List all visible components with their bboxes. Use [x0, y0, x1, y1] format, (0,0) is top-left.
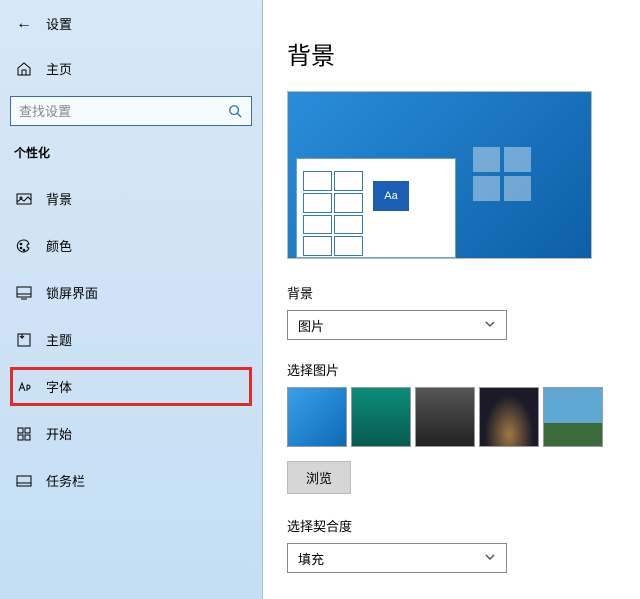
page-title: 背景 [287, 36, 616, 71]
back-icon[interactable]: ← [16, 15, 32, 33]
themes-icon [16, 332, 32, 348]
sidebar-item-label: 颜色 [46, 236, 72, 255]
choose-picture-label: 选择图片 [287, 360, 616, 379]
search-icon [227, 103, 243, 119]
picture-thumb[interactable] [415, 387, 475, 447]
picture-thumb[interactable] [479, 387, 539, 447]
windows-logo-icon [473, 147, 531, 201]
background-type-dropdown[interactable]: 图片 [287, 310, 507, 340]
background-section-label: 背景 [287, 283, 616, 302]
fit-label: 选择契合度 [287, 516, 616, 535]
preview-tiles [303, 171, 363, 256]
sidebar-item-fonts[interactable]: 字体 [10, 367, 252, 406]
sidebar-item-taskbar[interactable]: 任务栏 [10, 461, 252, 500]
browse-button[interactable]: 浏览 [287, 461, 351, 494]
sidebar-item-start[interactable]: 开始 [10, 414, 252, 453]
search-box[interactable] [10, 96, 252, 126]
sidebar-item-label: 主题 [46, 330, 72, 349]
sidebar: ← 设置 主页 个性化 背景 颜色 锁屏界面 主 [0, 0, 263, 599]
preview-accent-tile: Aa [373, 181, 409, 211]
settings-header: ← 设置 [10, 14, 252, 33]
home-link[interactable]: 主页 [10, 55, 252, 82]
sidebar-item-label: 背景 [46, 189, 72, 208]
fonts-icon [16, 379, 32, 395]
sidebar-item-color[interactable]: 颜色 [10, 226, 252, 265]
settings-title: 设置 [46, 14, 72, 33]
main-content: 背景 Aa 背景 图片 选择图片 浏览 选择契合度 填充 [263, 0, 640, 599]
picture-thumb[interactable] [287, 387, 347, 447]
sidebar-item-lockscreen[interactable]: 锁屏界面 [10, 273, 252, 312]
lockscreen-icon [16, 285, 32, 301]
sidebar-item-label: 锁屏界面 [46, 283, 98, 302]
sidebar-item-themes[interactable]: 主题 [10, 320, 252, 359]
sidebar-item-label: 字体 [46, 377, 72, 396]
picture-thumbnails [287, 387, 616, 447]
picture-icon [16, 191, 32, 207]
chevron-down-icon [484, 551, 496, 566]
background-preview: Aa [287, 91, 592, 259]
palette-icon [16, 238, 32, 254]
preview-window: Aa [296, 158, 456, 258]
picture-thumb[interactable] [351, 387, 411, 447]
sidebar-item-label: 开始 [46, 424, 72, 443]
dropdown-value: 填充 [298, 549, 324, 568]
sidebar-item-label: 任务栏 [46, 471, 85, 490]
home-label: 主页 [46, 59, 72, 78]
dropdown-value: 图片 [298, 316, 324, 335]
taskbar-icon [16, 473, 32, 489]
chevron-down-icon [484, 318, 496, 333]
category-label: 个性化 [10, 144, 252, 161]
picture-thumb[interactable] [543, 387, 603, 447]
search-input[interactable] [19, 104, 227, 119]
sidebar-item-background[interactable]: 背景 [10, 179, 252, 218]
fit-dropdown[interactable]: 填充 [287, 543, 507, 573]
home-icon [16, 61, 32, 77]
start-icon [16, 426, 32, 442]
